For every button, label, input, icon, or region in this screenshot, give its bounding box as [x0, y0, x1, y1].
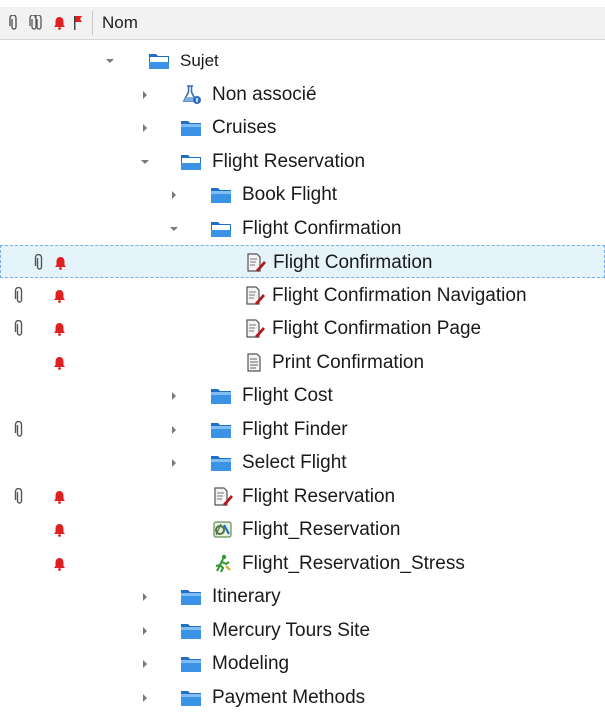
expand-arrow-icon[interactable]: [168, 423, 180, 435]
flag-column-icon[interactable]: [72, 7, 84, 39]
alert-bell-icon: [53, 490, 66, 504]
tree-row[interactable]: Flight Confirmation Navigation: [0, 279, 605, 312]
tree-item-label: Flight_Reservation: [242, 519, 401, 540]
collapse-arrow-icon[interactable]: [168, 222, 180, 234]
tree-item-label: Flight Cost: [242, 385, 333, 406]
tree-item-label: Itinerary: [212, 586, 281, 607]
attachment-icon: [14, 286, 25, 304]
tree-row[interactable]: Mercury Tours Site: [0, 614, 605, 647]
attachment-icon: [14, 319, 25, 337]
tree-item-label: Flight Confirmation Page: [272, 318, 482, 339]
tree-item-label: Print Confirmation: [272, 351, 425, 373]
alert-bell-icon: [53, 523, 66, 537]
document-icon: [244, 352, 266, 372]
folder-icon: [210, 420, 232, 439]
collapse-arrow-icon[interactable]: [139, 155, 151, 167]
folder-open-icon: [180, 152, 202, 171]
tree-item-label: Flight_Reservation_Stress: [242, 552, 465, 574]
tree-item-label: Flight Reservation: [212, 150, 366, 172]
manual-test-icon: [244, 285, 266, 305]
collapse-arrow-icon[interactable]: [104, 54, 116, 66]
tree-row[interactable]: Select Flight: [0, 446, 605, 479]
alert-bell-icon: [54, 256, 67, 270]
expand-arrow-icon[interactable]: [168, 188, 180, 200]
alert-bell-icon: [53, 557, 66, 571]
tree-item-label: Modeling: [212, 653, 290, 674]
tree-row[interactable]: Flight Finder: [0, 413, 605, 446]
tree-row[interactable]: Book Flight: [0, 178, 605, 211]
folder-open-icon: [148, 51, 170, 70]
folder-icon: [210, 185, 232, 204]
tree-row[interactable]: Flight Confirmation: [0, 212, 605, 245]
name-column-header[interactable]: Nom: [102, 7, 138, 39]
tree-item-label: Flight Confirmation: [273, 252, 433, 273]
tree-row[interactable]: Itinerary: [0, 580, 605, 613]
manual-test-icon: [244, 319, 266, 338]
tree-item-label: Book Flight: [242, 184, 338, 205]
tree-row[interactable]: Non associé: [0, 78, 605, 111]
expand-arrow-icon[interactable]: [139, 88, 151, 100]
folder-icon: [180, 587, 202, 606]
folder-open-icon: [210, 219, 232, 238]
folder-icon: [210, 453, 232, 472]
alert-bell-icon: [53, 356, 66, 370]
tree-row[interactable]: Flight_Reservation: [0, 513, 605, 546]
attachment-icon: [14, 487, 25, 505]
expand-arrow-icon[interactable]: [168, 389, 180, 401]
tree-item-label: Flight Reservation: [242, 485, 396, 507]
expand-arrow-icon[interactable]: [139, 121, 151, 133]
tree-item-label: Sujet: [180, 51, 219, 70]
tree-item-label: Cruises: [212, 117, 277, 138]
tree-row[interactable]: Sujet: [0, 44, 605, 77]
alert-bell-icon: [53, 322, 66, 336]
expand-arrow-icon[interactable]: [139, 624, 151, 636]
tree-row[interactable]: Flight Cost: [0, 379, 605, 412]
expand-arrow-icon[interactable]: [168, 456, 180, 468]
manual-test-icon: [212, 486, 234, 506]
folder-icon: [180, 654, 202, 673]
attachment-icon: [34, 253, 45, 271]
column-header: Nom: [0, 7, 605, 40]
expand-arrow-icon[interactable]: [139, 657, 151, 669]
manual-test-icon: [245, 253, 267, 272]
tree-item-label: Non associé: [212, 83, 317, 105]
tree-row[interactable]: Cruises: [0, 111, 605, 144]
tree-row[interactable]: Modeling: [0, 647, 605, 680]
folder-icon: [180, 621, 202, 640]
attachment-column-icon[interactable]: [8, 7, 20, 39]
attachment-icon: [14, 420, 25, 438]
multi-attachment-column-icon[interactable]: [29, 7, 43, 39]
tree-item-label: Select Flight: [242, 452, 347, 473]
alert-bell-icon: [53, 289, 66, 303]
tree-row[interactable]: Flight Reservation: [0, 480, 605, 513]
tree-item-label: Mercury Tours Site: [212, 619, 371, 641]
tree-row[interactable]: Flight_Reservation_Stress: [0, 547, 605, 580]
tree-item-label: Flight Finder: [242, 418, 348, 440]
alert-column-icon[interactable]: [52, 7, 66, 39]
folder-icon: [180, 688, 202, 707]
tree-row[interactable]: Flight Reservation: [0, 145, 605, 178]
folder-icon: [180, 118, 202, 137]
expand-arrow-icon[interactable]: [139, 691, 151, 703]
flask-icon: [180, 84, 202, 104]
tree-item-label: Flight Confirmation: [242, 217, 402, 239]
tree-row[interactable]: Flight Confirmation Page: [0, 312, 605, 345]
expand-arrow-icon[interactable]: [139, 590, 151, 602]
automated-test-icon: [212, 520, 234, 539]
tree-row[interactable]: Print Confirmation: [0, 346, 605, 379]
tree-item-label: Flight Confirmation Navigation: [272, 284, 527, 306]
performance-test-icon: [212, 554, 234, 573]
folder-icon: [210, 386, 232, 405]
tree-row[interactable]: Flight Confirmation: [0, 245, 605, 278]
